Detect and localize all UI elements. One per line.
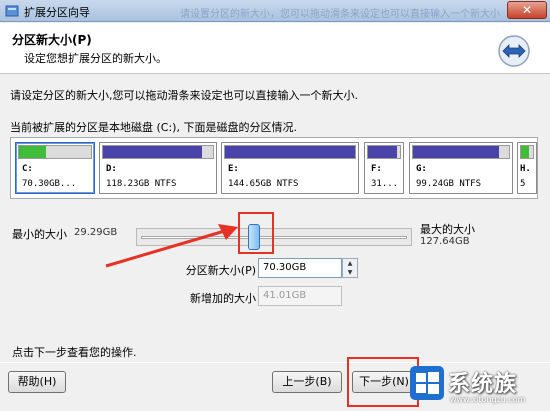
help-button[interactable]: 帮助(H) (8, 371, 66, 393)
close-icon: ✕ (521, 3, 533, 17)
added-size-label: 新增加的大小 (190, 292, 256, 305)
hint-text: 点击下一步查看您的操作. (12, 346, 137, 359)
page-title: 分区新大小(P) (12, 33, 92, 47)
partition-size: 144.65GB NTFS (228, 179, 299, 189)
partition-usage-bar (224, 145, 356, 159)
partition-h[interactable]: H. 5 (517, 142, 537, 194)
partition-usage-fill (413, 146, 500, 158)
new-size-input[interactable]: 70.30GB (258, 258, 342, 278)
partition-size: 5 (520, 179, 526, 189)
partition-d[interactable]: D: 118.23GB NTFS (99, 142, 217, 194)
watermark-url: www.xitongzu.com (450, 395, 526, 404)
min-size-label: 最小的大小 (12, 228, 67, 241)
new-size-label: 分区新大小(P) (185, 264, 256, 277)
footer-separator (0, 362, 550, 363)
partition-size: 99.24GB NTFS (416, 179, 482, 189)
partition-label: C: (22, 164, 33, 174)
partition-label: H. (520, 164, 531, 174)
partition-usage-bar (412, 145, 510, 159)
partition-usage-bar (18, 145, 92, 159)
next-button-highlight-box (347, 357, 419, 407)
partition-label: D: (106, 164, 117, 174)
partition-usage-fill (19, 146, 47, 158)
app-icon (5, 5, 19, 17)
partition-label: G: (416, 164, 427, 174)
spin-down-icon[interactable]: ▼ (343, 268, 357, 277)
watermark: 系统族 www.xitongzu.com (410, 364, 550, 411)
watermark-text: 系统族 (448, 372, 518, 397)
disk-map: C: 70.30GB... D: 118.23GB NTFS E: 144.65… (10, 137, 538, 199)
partition-g[interactable]: G: 99.24GB NTFS (409, 142, 513, 194)
added-size-field: 41.01GB (258, 286, 342, 306)
partition-usage-fill (521, 146, 530, 158)
partition-label: F: (371, 164, 382, 174)
spin-up-icon[interactable]: ▲ (343, 259, 357, 268)
title-bar: 扩展分区向导 请设置分区的新大小，您可以拖动滑条来设定也可以直接输入一个新大小 … (0, 0, 550, 22)
partition-usage-fill (368, 146, 397, 158)
window-title-ghost: 请设置分区的新大小，您可以拖动滑条来设定也可以直接输入一个新大小 (180, 9, 500, 20)
partition-usage-bar (102, 145, 214, 159)
windows-logo-icon (410, 366, 444, 400)
back-button[interactable]: 上一步(B) (272, 371, 342, 393)
extend-arrows-icon (498, 35, 530, 67)
close-button[interactable]: ✕ (507, 1, 547, 19)
partition-size: 31... (371, 179, 399, 189)
partition-e[interactable]: E: 144.65GB NTFS (221, 142, 359, 194)
partition-usage-bar (367, 145, 401, 159)
max-size-value: 127.64GB (420, 236, 470, 247)
wizard-header: 分区新大小(P) 设定您想扩展分区的新大小。 (0, 23, 550, 74)
partition-label: E: (228, 164, 239, 174)
description-text: 请设定分区的新大小,您可以拖动滑条来设定也可以直接输入一个新大小. (10, 89, 358, 102)
partition-usage-fill (103, 146, 202, 158)
current-partition-note: 当前被扩展的分区是本地磁盘 (C:), 下面是磁盘的分区情况. (10, 121, 297, 134)
partition-usage-fill (225, 146, 355, 158)
partition-usage-bar (520, 145, 534, 159)
window-title: 扩展分区向导 (24, 6, 90, 19)
max-size-label: 最大的大小 (420, 223, 475, 236)
partition-size: 70.30GB... (22, 179, 77, 189)
page-subtitle: 设定您想扩展分区的新大小。 (24, 52, 167, 65)
new-size-spinner[interactable]: ▲ ▼ (342, 258, 358, 278)
partition-size: 118.23GB NTFS (106, 179, 177, 189)
partition-c[interactable]: C: 70.30GB... (15, 142, 95, 194)
partition-f[interactable]: F: 31... (364, 142, 404, 194)
